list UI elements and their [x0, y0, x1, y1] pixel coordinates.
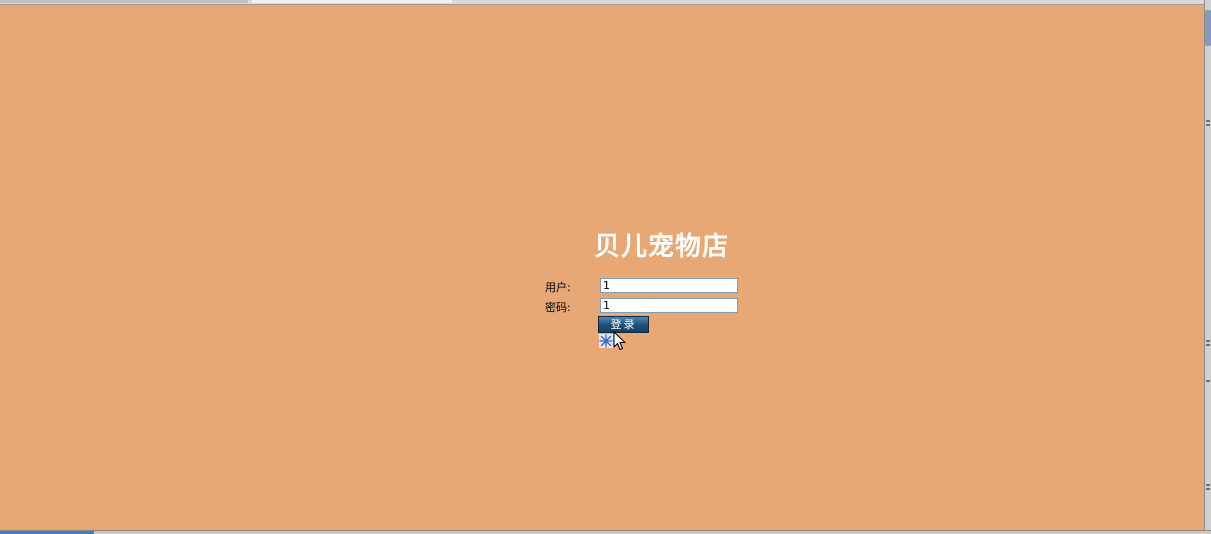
mouse-cursor-icon [613, 331, 626, 350]
top-window-edge [0, 0, 1211, 5]
store-title: 贝儿宠物店 [594, 232, 730, 262]
password-field[interactable] [600, 298, 738, 313]
right-window-edge [1204, 0, 1211, 534]
login-page: 贝儿宠物店 用户: 密码: 登录 [0, 0, 1211, 534]
edge-tab [1205, 10, 1211, 46]
username-label: 用户: [545, 281, 571, 294]
bottom-window-edge [0, 530, 1211, 534]
sparkle-icon [599, 334, 613, 348]
password-label: 密码: [545, 301, 571, 314]
username-field[interactable] [600, 278, 738, 293]
